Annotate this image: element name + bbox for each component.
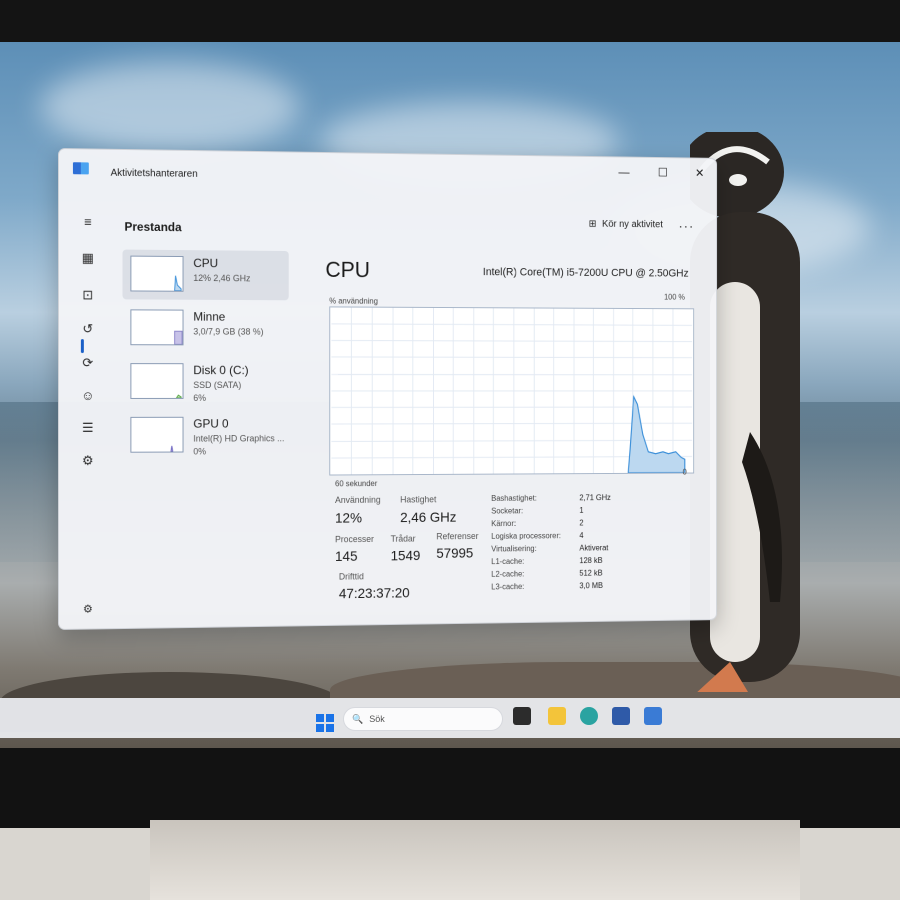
spec-value: 4 bbox=[579, 531, 584, 540]
edge-browser-icon[interactable] bbox=[580, 707, 598, 725]
handles-value: 57995 bbox=[436, 544, 474, 561]
spec-key: L2-cache: bbox=[491, 569, 525, 579]
uptime-label: Drifttid bbox=[338, 571, 364, 582]
app-history-icon[interactable]: ↺ bbox=[79, 320, 97, 338]
cpu-model-name: Intel(R) Core(TM) i5-7200U CPU @ 2.50GHz bbox=[482, 266, 689, 280]
time-axis-label: 60 sekunder bbox=[335, 479, 378, 489]
startup-icon[interactable]: ⟳ bbox=[79, 354, 97, 372]
details-icon[interactable]: ☰ bbox=[79, 419, 97, 437]
zero-axis-label: 0 bbox=[682, 467, 687, 477]
task-view-icon[interactable] bbox=[513, 707, 531, 725]
device-sub2: 6% bbox=[193, 392, 207, 403]
cpu-usage-area bbox=[628, 397, 685, 473]
windows-start-icon[interactable] bbox=[316, 714, 334, 732]
cpu-detail-panel: CPU Intel(R) Core(TM) i5-7200U CPU @ 2.5… bbox=[322, 247, 707, 627]
speed-value: 2,46 GHz bbox=[400, 508, 457, 526]
device-sub: Intel(R) HD Graphics ... bbox=[193, 433, 285, 444]
page-header: Prestanda ⊞ Kör ny aktivitet ··· bbox=[113, 202, 717, 247]
device-item-disk[interactable]: Disk 0 (C:) SSD (SATA) 6% bbox=[122, 357, 288, 407]
run-new-task-button[interactable]: ⊞ Kör ny aktivitet bbox=[589, 219, 663, 230]
utilization-value: 12% bbox=[335, 509, 362, 526]
spec-value: 1 bbox=[579, 506, 584, 515]
spec-value: 512 kB bbox=[579, 568, 603, 578]
file-explorer-icon[interactable] bbox=[548, 707, 566, 725]
spec-key: Bashastighet: bbox=[491, 493, 537, 503]
services-icon[interactable]: ⚙ bbox=[79, 452, 97, 470]
monitor-stand bbox=[150, 820, 800, 900]
threads-value: 1549 bbox=[390, 547, 421, 564]
device-sub-block: SSD (SATA) 6% bbox=[193, 379, 241, 405]
task-manager-taskbar-icon[interactable] bbox=[644, 707, 662, 725]
spec-key: Socketar: bbox=[491, 506, 524, 516]
device-sub: SSD (SATA) bbox=[193, 380, 242, 390]
processes-icon[interactable]: ▦ bbox=[79, 249, 97, 267]
gpu-thumbnail-graph bbox=[130, 416, 184, 453]
spec-value: 2,71 GHz bbox=[579, 493, 611, 503]
threads-label: Trådar bbox=[390, 533, 416, 544]
cpu-usage-graph bbox=[329, 306, 695, 476]
device-sub-block: Intel(R) HD Graphics ... 0% bbox=[193, 432, 284, 458]
task-manager-icon bbox=[72, 162, 89, 175]
spec-value: 2 bbox=[579, 518, 584, 528]
processes-label: Processer bbox=[335, 534, 374, 545]
monitor-bezel-bottom bbox=[0, 748, 900, 828]
run-new-task-label: Kör ny aktivitet bbox=[602, 218, 663, 231]
uptime-value: 47:23:37:20 bbox=[338, 584, 410, 602]
device-item-cpu[interactable]: CPU 12% 2,46 GHz bbox=[122, 249, 289, 301]
search-icon: 🔍 bbox=[352, 713, 364, 724]
active-indicator bbox=[80, 339, 84, 354]
device-name: GPU 0 bbox=[193, 416, 229, 431]
disk-thumbnail-graph bbox=[130, 363, 184, 399]
spec-value: Aktiverat bbox=[579, 543, 609, 553]
spec-value: 3,0 MB bbox=[579, 581, 603, 591]
store-icon[interactable] bbox=[612, 707, 630, 725]
maximize-button[interactable]: ☐ bbox=[654, 166, 672, 180]
utilization-label: Användning bbox=[335, 494, 381, 505]
handles-label: Referenser bbox=[436, 531, 479, 542]
cpu-heading: CPU bbox=[325, 257, 371, 283]
more-options-button[interactable]: ··· bbox=[679, 218, 695, 234]
processes-value: 145 bbox=[335, 547, 358, 564]
spec-key: Logiska processorer: bbox=[491, 531, 561, 541]
device-item-memory[interactable]: Minne 3,0/7,9 GB (38 %) bbox=[122, 303, 288, 353]
max-axis-label: 100 % bbox=[664, 292, 685, 302]
memory-thumbnail-graph bbox=[130, 309, 184, 346]
spec-key: Kärnor: bbox=[491, 519, 516, 529]
task-manager-window: Aktivitetshanteraren — ☐ ✕ ≡ ▦ ⊡ ↺ ⟳ ☺ ☰… bbox=[58, 148, 718, 630]
users-icon[interactable]: ☺ bbox=[79, 387, 97, 405]
device-item-gpu[interactable]: GPU 0 Intel(R) HD Graphics ... 0% bbox=[122, 411, 288, 461]
search-placeholder: Sök bbox=[369, 714, 385, 724]
spec-key: L1-cache: bbox=[491, 556, 525, 567]
device-sub: 3,0/7,9 GB (38 %) bbox=[193, 326, 264, 337]
device-list: CPU 12% 2,46 GHz Minne 3,0/7,9 GB (38 %)… bbox=[119, 246, 295, 630]
speed-label: Hastighet bbox=[400, 494, 437, 505]
spec-value: 128 kB bbox=[579, 556, 603, 566]
device-name: CPU bbox=[193, 256, 219, 271]
spec-key: L3-cache: bbox=[491, 582, 525, 592]
device-name: Disk 0 (C:) bbox=[193, 363, 249, 378]
performance-icon[interactable]: ⊡ bbox=[79, 286, 97, 304]
device-sub: 12% 2,46 GHz bbox=[193, 272, 251, 284]
taskbar-search-box[interactable]: 🔍 Sök bbox=[343, 707, 503, 731]
device-sub2: 0% bbox=[193, 446, 207, 457]
monitor-bezel-top bbox=[0, 0, 900, 45]
new-task-icon: ⊞ bbox=[588, 218, 597, 230]
minimize-button[interactable]: — bbox=[615, 165, 634, 179]
sidebar: ≡ ▦ ⊡ ↺ ⟳ ☺ ☰ ⚙ ⚙ bbox=[59, 199, 113, 630]
menu-icon[interactable]: ≡ bbox=[79, 213, 97, 231]
page-title: Prestanda bbox=[124, 219, 182, 235]
spec-key: Virtualisering: bbox=[491, 544, 537, 554]
close-button[interactable]: ✕ bbox=[690, 166, 708, 180]
window-title: Aktivitetshanteraren bbox=[110, 167, 198, 180]
device-name: Minne bbox=[193, 309, 226, 324]
usage-axis-label: % användning bbox=[329, 296, 378, 306]
cpu-thumbnail-graph bbox=[130, 255, 184, 292]
settings-icon[interactable]: ⚙ bbox=[79, 600, 97, 618]
